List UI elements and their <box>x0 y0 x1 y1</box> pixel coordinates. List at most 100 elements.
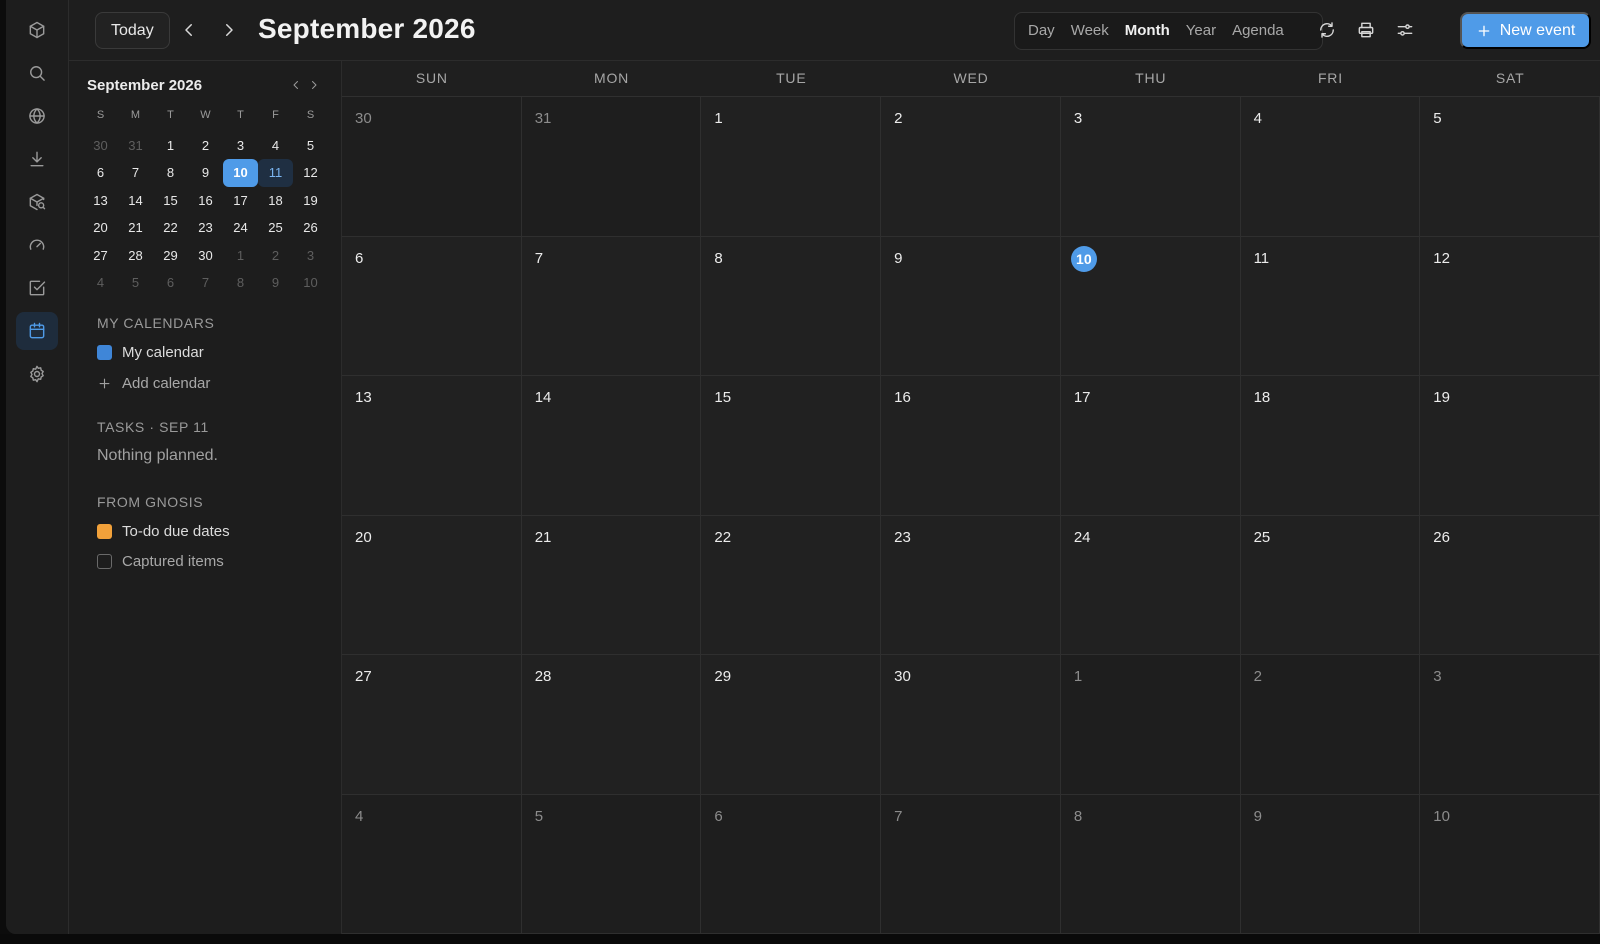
day-cell[interactable]: 18 <box>1240 376 1421 516</box>
day-cell[interactable]: 26 <box>1420 515 1600 655</box>
mini-day[interactable]: 21 <box>118 214 153 242</box>
day-cell[interactable]: 9 <box>1240 794 1421 934</box>
day-cell[interactable]: 8 <box>1060 794 1241 934</box>
day-cell[interactable]: 7 <box>881 794 1061 934</box>
mini-day[interactable]: 14 <box>118 187 153 215</box>
mini-day[interactable]: 8 <box>223 269 258 297</box>
day-cell[interactable]: 1 <box>701 97 882 237</box>
mini-day[interactable]: 28 <box>118 242 153 270</box>
day-cell[interactable]: 5 <box>1420 97 1600 237</box>
mini-day[interactable]: 9 <box>188 159 223 187</box>
view-day[interactable]: Day <box>1020 13 1063 49</box>
mini-day[interactable]: 13 <box>83 187 118 215</box>
day-cell[interactable]: 28 <box>521 655 702 795</box>
day-cell[interactable]: 21 <box>521 515 702 655</box>
gear-icon[interactable] <box>16 355 58 393</box>
mini-day[interactable]: 26 <box>293 214 328 242</box>
mini-day[interactable]: 4 <box>258 132 293 160</box>
day-cell[interactable]: 15 <box>701 376 882 516</box>
day-cell[interactable]: 10 <box>1420 794 1600 934</box>
day-cell[interactable]: 23 <box>881 515 1061 655</box>
view-agenda[interactable]: Agenda <box>1224 13 1292 49</box>
mini-day[interactable]: 27 <box>83 242 118 270</box>
calendar-item-captured[interactable]: Captured items <box>97 553 224 570</box>
day-cell[interactable]: 7 <box>521 236 702 376</box>
day-cell[interactable]: 25 <box>1240 515 1421 655</box>
mini-day[interactable]: 1 <box>153 132 188 160</box>
add-calendar-button[interactable]: Add calendar <box>97 375 210 392</box>
mini-day[interactable]: 20 <box>83 214 118 242</box>
mini-day[interactable]: 16 <box>188 187 223 215</box>
day-cell[interactable]: 8 <box>701 236 882 376</box>
day-cell[interactable]: 2 <box>1240 655 1421 795</box>
day-cell[interactable]: 12 <box>1420 236 1600 376</box>
day-cell[interactable]: 9 <box>881 236 1061 376</box>
day-cell[interactable]: 3 <box>1420 655 1600 795</box>
search-icon[interactable] <box>16 54 58 92</box>
refresh-icon[interactable] <box>1312 15 1342 45</box>
day-cell[interactable]: 17 <box>1060 376 1241 516</box>
mini-day[interactable]: 19 <box>293 187 328 215</box>
calendar-item-todo-due[interactable]: To-do due dates <box>97 523 230 540</box>
mini-day[interactable]: 7 <box>188 269 223 297</box>
mini-day[interactable]: 1 <box>223 242 258 270</box>
print-icon[interactable] <box>1351 15 1381 45</box>
day-cell[interactable]: 3 <box>1060 97 1241 237</box>
day-cell[interactable]: 20 <box>342 515 522 655</box>
day-cell-today[interactable]: 10 <box>1060 236 1241 376</box>
mini-prev-icon[interactable] <box>288 77 304 93</box>
mini-day[interactable]: 25 <box>258 214 293 242</box>
day-cell[interactable]: 16 <box>881 376 1061 516</box>
gauge-icon[interactable] <box>16 226 58 264</box>
mini-day[interactable]: 7 <box>118 159 153 187</box>
mini-day[interactable]: 10 <box>293 269 328 297</box>
day-cell[interactable]: 30 <box>342 97 522 237</box>
day-cell[interactable]: 22 <box>701 515 882 655</box>
today-button[interactable]: Today <box>95 12 170 49</box>
mini-day[interactable]: 31 <box>118 132 153 160</box>
calendar-icon[interactable] <box>16 312 58 350</box>
chevron-left-icon[interactable] <box>174 15 204 45</box>
mini-day[interactable]: 15 <box>153 187 188 215</box>
day-cell[interactable]: 4 <box>1240 97 1421 237</box>
mini-day[interactable]: 9 <box>258 269 293 297</box>
mini-day[interactable]: 5 <box>293 132 328 160</box>
download-icon[interactable] <box>16 140 58 178</box>
mini-next-icon[interactable] <box>306 77 322 93</box>
mini-day[interactable]: 8 <box>153 159 188 187</box>
day-cell[interactable]: 11 <box>1240 236 1421 376</box>
day-cell[interactable]: 19 <box>1420 376 1600 516</box>
globe-icon[interactable] <box>16 97 58 135</box>
mini-day[interactable]: 18 <box>258 187 293 215</box>
day-cell[interactable]: 31 <box>521 97 702 237</box>
day-cell[interactable]: 30 <box>881 655 1061 795</box>
mini-day[interactable]: 3 <box>223 132 258 160</box>
checkbox[interactable] <box>97 554 112 569</box>
mini-day[interactable]: 24 <box>223 214 258 242</box>
mini-day[interactable]: 5 <box>118 269 153 297</box>
day-cell[interactable]: 6 <box>701 794 882 934</box>
mini-day[interactable]: 6 <box>153 269 188 297</box>
day-cell[interactable]: 24 <box>1060 515 1241 655</box>
view-month[interactable]: Month <box>1117 13 1178 49</box>
mini-day[interactable]: 30 <box>83 132 118 160</box>
mini-day-selected[interactable]: 11 <box>258 159 293 187</box>
day-cell[interactable]: 6 <box>342 236 522 376</box>
mini-day[interactable]: 3 <box>293 242 328 270</box>
mini-day[interactable]: 2 <box>258 242 293 270</box>
day-cell[interactable]: 27 <box>342 655 522 795</box>
day-cell[interactable]: 13 <box>342 376 522 516</box>
mini-day-today[interactable]: 10 <box>223 159 258 187</box>
cube-icon[interactable] <box>16 11 58 49</box>
mini-day[interactable]: 22 <box>153 214 188 242</box>
mini-day[interactable]: 4 <box>83 269 118 297</box>
day-cell[interactable]: 29 <box>701 655 882 795</box>
chevron-right-icon[interactable] <box>214 15 244 45</box>
mini-day[interactable]: 29 <box>153 242 188 270</box>
mini-day[interactable]: 6 <box>83 159 118 187</box>
check-square-icon[interactable] <box>16 269 58 307</box>
day-cell[interactable]: 14 <box>521 376 702 516</box>
package-search-icon[interactable] <box>16 183 58 221</box>
day-cell[interactable]: 4 <box>342 794 522 934</box>
mini-day[interactable]: 23 <box>188 214 223 242</box>
